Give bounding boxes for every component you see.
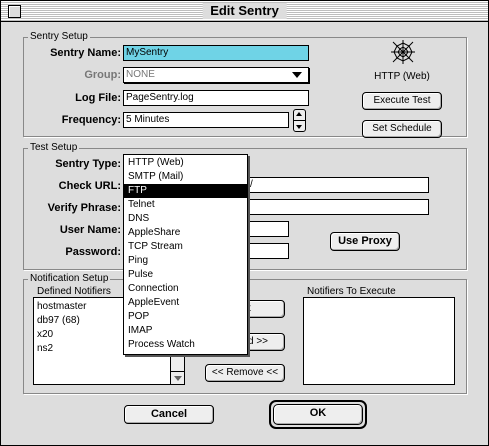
list-item[interactable]: ns2 bbox=[37, 342, 53, 355]
notifiers-to-execute-label: Notifiers To Execute bbox=[307, 286, 396, 297]
sentry-name-field[interactable]: MySentry bbox=[123, 45, 309, 61]
remove-button[interactable]: << Remove << bbox=[205, 364, 285, 382]
list-item[interactable]: x20 bbox=[37, 328, 53, 341]
menu-item-ping[interactable]: Ping bbox=[124, 254, 247, 268]
check-url-visible-text: / bbox=[250, 179, 253, 190]
list-item[interactable]: db97 (68) bbox=[37, 314, 80, 327]
menu-item-connection[interactable]: Connection bbox=[124, 282, 247, 296]
sentry-name-label: Sentry Name: bbox=[50, 47, 121, 59]
check-url-label: Check URL: bbox=[58, 180, 121, 192]
defined-notifiers-label: Defined Notifiers bbox=[37, 286, 111, 297]
frequency-stepper[interactable] bbox=[293, 109, 306, 132]
menu-item-appleevent[interactable]: AppleEvent bbox=[124, 296, 247, 310]
sentry-type-icon-label: HTTP (Web) bbox=[374, 71, 430, 82]
title-bar[interactable]: Edit Sentry bbox=[1, 1, 488, 22]
edit-sentry-window: Edit Sentry Sentry Setup Sentry Name: My… bbox=[0, 0, 489, 446]
notification-setup-label: Notification Setup bbox=[28, 273, 111, 285]
ok-button-label: OK bbox=[273, 404, 363, 425]
log-file-field[interactable]: PageSentry.log bbox=[123, 90, 309, 106]
cancel-button[interactable]: Cancel bbox=[124, 405, 214, 424]
log-file-label: Log File: bbox=[75, 92, 121, 104]
test-setup-label: Test Setup bbox=[28, 142, 80, 154]
menu-item-appleshare[interactable]: AppleShare bbox=[124, 226, 247, 240]
window-title: Edit Sentry bbox=[202, 3, 287, 19]
set-schedule-button[interactable]: Set Schedule bbox=[362, 120, 442, 138]
popup-arrow-icon bbox=[292, 72, 302, 78]
list-item[interactable]: hostmaster bbox=[37, 300, 86, 313]
execute-test-button[interactable]: Execute Test bbox=[362, 92, 442, 110]
frequency-field[interactable]: 5 Minutes bbox=[123, 112, 289, 128]
group-label: Group: bbox=[84, 69, 121, 81]
menu-item-pop[interactable]: POP bbox=[124, 310, 247, 324]
add-all-button-partial-label: d >> bbox=[248, 336, 269, 347]
spider-web-icon bbox=[391, 40, 415, 64]
menu-item-process-watch[interactable]: Process Watch bbox=[124, 338, 247, 352]
add-button-partial-label: t bbox=[248, 303, 251, 314]
close-box-icon[interactable] bbox=[8, 5, 21, 18]
password-label: Password: bbox=[65, 246, 121, 258]
ok-button[interactable]: OK bbox=[269, 400, 367, 429]
stepper-down-icon[interactable] bbox=[296, 125, 302, 129]
menu-item-telnet[interactable]: Telnet bbox=[124, 198, 247, 212]
group-popup[interactable]: NONE bbox=[123, 67, 309, 83]
sentry-type-label: Sentry Type: bbox=[55, 158, 121, 170]
group-popup-value: NONE bbox=[126, 69, 155, 80]
sentry-setup-label: Sentry Setup bbox=[28, 31, 90, 43]
verify-phrase-label: Verify Phrase: bbox=[47, 202, 121, 214]
menu-item-ftp[interactable]: FTP bbox=[124, 184, 247, 198]
menu-item-dns[interactable]: DNS bbox=[124, 212, 247, 226]
notifiers-to-execute-list[interactable] bbox=[303, 297, 455, 385]
menu-item-pulse[interactable]: Pulse bbox=[124, 268, 247, 282]
scroll-down-arrow-icon[interactable] bbox=[174, 376, 182, 381]
sentry-type-menu[interactable]: HTTP (Web) SMTP (Mail) FTP Telnet DNS Ap… bbox=[123, 154, 248, 355]
stepper-up-icon[interactable] bbox=[296, 112, 302, 116]
user-name-label: User Name: bbox=[59, 224, 121, 236]
menu-item-http[interactable]: HTTP (Web) bbox=[124, 156, 247, 170]
menu-item-smtp[interactable]: SMTP (Mail) bbox=[124, 170, 247, 184]
menu-item-imap[interactable]: IMAP bbox=[124, 324, 247, 338]
frequency-label: Frequency: bbox=[61, 114, 121, 126]
use-proxy-button[interactable]: Use Proxy bbox=[330, 232, 400, 251]
menu-item-tcp-stream[interactable]: TCP Stream bbox=[124, 240, 247, 254]
